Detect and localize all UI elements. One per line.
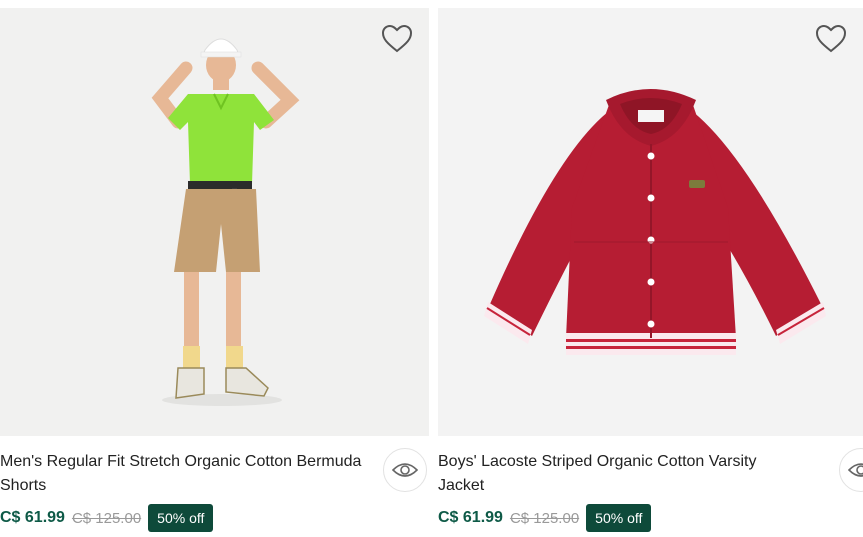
price-row: C$ 61.99 C$ 125.00 50% off [0, 504, 214, 532]
product-image[interactable] [0, 8, 429, 436]
original-price: C$ 125.00 [71, 509, 142, 527]
product-title[interactable]: Men's Regular Fit Stretch Organic Cotton… [0, 450, 372, 498]
product-image[interactable] [438, 8, 863, 436]
product-info: Boys' Lacoste Striped Organic Cotton Var… [438, 436, 863, 536]
quick-view-button[interactable] [839, 448, 863, 492]
product-title[interactable]: Boys' Lacoste Striped Organic Cotton Var… [438, 450, 778, 498]
wishlist-heart-icon[interactable] [815, 24, 847, 54]
price-row: C$ 61.99 C$ 125.00 50% off [438, 504, 652, 532]
varsity-jacket-photo [438, 8, 863, 436]
product-card[interactable]: Boys' Lacoste Striped Organic Cotton Var… [438, 8, 863, 536]
sale-price: C$ 61.99 [0, 509, 65, 526]
discount-badge: 50% off [148, 504, 214, 532]
quick-view-button[interactable] [383, 448, 427, 492]
original-price: C$ 125.00 [509, 509, 580, 527]
eye-icon [392, 463, 418, 477]
sale-price: C$ 61.99 [438, 509, 503, 526]
wishlist-heart-icon[interactable] [381, 24, 413, 54]
discount-badge: 50% off [586, 504, 652, 532]
product-info: Men's Regular Fit Stretch Organic Cotton… [0, 436, 429, 536]
eye-icon [848, 463, 863, 477]
model-shorts-photo [0, 8, 429, 436]
product-card[interactable]: Men's Regular Fit Stretch Organic Cotton… [0, 8, 429, 536]
